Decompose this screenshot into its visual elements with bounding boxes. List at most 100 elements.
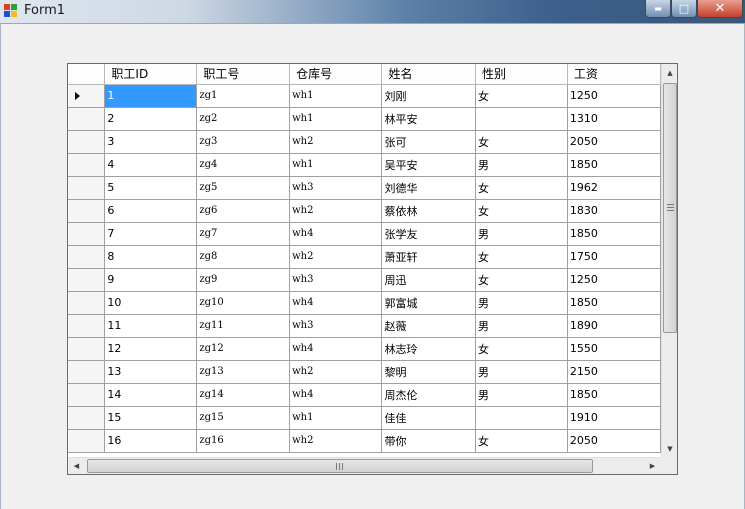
column-header-salary[interactable]: 工资 (567, 64, 661, 85)
table-row[interactable]: 1 zg1 wh1 刘刚女 1250 (68, 84, 661, 108)
cell-name[interactable]: 刘刚 (381, 84, 477, 108)
cell-staff-no[interactable]: zg15 (196, 406, 291, 430)
corner-header[interactable] (68, 64, 106, 85)
row-header[interactable] (68, 130, 106, 154)
cell-salary[interactable]: 1850 (567, 153, 661, 177)
cell-name[interactable]: 赵薇 (381, 314, 477, 338)
cell-staff-no[interactable]: zg5 (196, 176, 291, 200)
cell-warehouse-no[interactable]: wh3 (289, 268, 383, 292)
row-header[interactable] (68, 153, 106, 177)
row-header[interactable] (68, 245, 106, 269)
cell-name[interactable]: 吴平安 (381, 153, 477, 177)
cell-staff-id[interactable]: 13 (104, 360, 198, 384)
cell-name[interactable]: 黎明 (381, 360, 477, 384)
table-row[interactable]: 12 zg12 wh4 林志玲女 1550 (68, 337, 661, 361)
table-row[interactable]: 16 zg16 wh2 带你女 2050 (68, 429, 661, 453)
title-bar[interactable]: Form1 ▬ □ ✕ (0, 0, 745, 24)
cell-staff-no[interactable]: zg4 (196, 153, 291, 177)
cell-salary[interactable]: 1250 (567, 268, 661, 292)
cell-staff-no[interactable]: zg6 (196, 199, 291, 223)
row-header[interactable] (68, 84, 106, 108)
column-header-staff-id[interactable]: 职工ID (104, 64, 198, 85)
cell-warehouse-no[interactable]: wh2 (289, 130, 383, 154)
cell-name[interactable]: 张学友 (381, 222, 477, 246)
close-button[interactable]: ✕ (697, 0, 743, 18)
cell-staff-id[interactable]: 15 (104, 406, 198, 430)
cell-name[interactable]: 林志玲 (381, 337, 477, 361)
cell-name[interactable]: 张可 (381, 130, 477, 154)
cell-staff-no[interactable]: zg16 (196, 429, 291, 453)
cell-staff-id[interactable]: 14 (104, 383, 198, 407)
cell-staff-id[interactable]: 7 (104, 222, 198, 246)
cell-staff-id[interactable]: 9 (104, 268, 198, 292)
cell-staff-id[interactable]: 3 (104, 130, 198, 154)
cell-name[interactable]: 佳佳 (381, 406, 477, 430)
cell-warehouse-no[interactable]: wh3 (289, 314, 383, 338)
table-row[interactable]: 4 zg4 wh1 吴平安男 1850 (68, 153, 661, 177)
table-row[interactable]: 14 zg14 wh4 周杰伦男 1850 (68, 383, 661, 407)
table-row[interactable]: 6 zg6 wh2 蔡依林女 1830 (68, 199, 661, 223)
cell-gender[interactable]: 女 (475, 84, 568, 108)
column-header-staff-no[interactable]: 职工号 (196, 64, 291, 85)
cell-warehouse-no[interactable]: wh4 (289, 291, 383, 315)
cell-gender[interactable]: 女 (475, 429, 568, 453)
row-header[interactable] (68, 268, 106, 292)
vertical-scroll-thumb[interactable] (663, 83, 677, 333)
cell-salary[interactable]: 1850 (567, 291, 661, 315)
cell-staff-no[interactable]: zg9 (196, 268, 291, 292)
row-header[interactable] (68, 199, 106, 223)
cell-salary[interactable]: 1250 (567, 84, 661, 108)
cell-staff-no[interactable]: zg14 (196, 383, 291, 407)
cell-gender[interactable]: 男 (475, 153, 568, 177)
row-header[interactable] (68, 176, 106, 200)
cell-gender[interactable]: 男 (475, 314, 568, 338)
table-row[interactable]: 8 zg8 wh2 萧亚轩女 1750 (68, 245, 661, 269)
table-row[interactable]: 2 zg2 wh1 林平安 1310 (68, 107, 661, 131)
column-header-gender[interactable]: 性别 (475, 64, 568, 85)
cell-salary[interactable]: 1910 (567, 406, 661, 430)
cell-staff-id[interactable]: 16 (104, 429, 198, 453)
data-grid-view[interactable]: 职工ID 职工号 仓库号 姓名 性别 工资 1 zg1 wh1 刘刚女 1250 2 zg2… (67, 63, 678, 475)
cell-staff-id[interactable]: 4 (104, 153, 198, 177)
cell-staff-no[interactable]: zg10 (196, 291, 291, 315)
cell-warehouse-no[interactable]: wh3 (289, 176, 383, 200)
table-row[interactable]: 15 zg15 wh1 佳佳 1910 (68, 406, 661, 430)
cell-name[interactable]: 带你 (381, 429, 477, 453)
cell-staff-no[interactable]: zg1 (196, 84, 291, 108)
cell-warehouse-no[interactable]: wh2 (289, 429, 383, 453)
cell-staff-id[interactable]: 2 (104, 107, 198, 131)
column-header-name[interactable]: 姓名 (381, 64, 477, 85)
cell-warehouse-no[interactable]: wh4 (289, 337, 383, 361)
column-header-warehouse-no[interactable]: 仓库号 (289, 64, 383, 85)
horizontal-scroll-thumb[interactable] (87, 459, 593, 473)
cell-warehouse-no[interactable]: wh1 (289, 153, 383, 177)
vertical-scrollbar[interactable]: ▲ ▼ (661, 64, 677, 457)
cell-warehouse-no[interactable]: wh4 (289, 222, 383, 246)
cell-salary[interactable]: 1962 (567, 176, 661, 200)
cell-staff-id[interactable]: 5 (104, 176, 198, 200)
cell-staff-id[interactable]: 1 (104, 84, 198, 108)
row-header[interactable] (68, 337, 106, 361)
cell-name[interactable]: 刘德华 (381, 176, 477, 200)
cell-warehouse-no[interactable]: wh2 (289, 199, 383, 223)
cell-staff-id[interactable]: 8 (104, 245, 198, 269)
cell-staff-no[interactable]: zg3 (196, 130, 291, 154)
cell-staff-id[interactable]: 11 (104, 314, 198, 338)
cell-warehouse-no[interactable]: wh1 (289, 406, 383, 430)
table-row[interactable]: 13 zg13 wh2 黎明男 2150 (68, 360, 661, 384)
cell-name[interactable]: 林平安 (381, 107, 477, 131)
maximize-button[interactable]: □ (671, 0, 697, 18)
cell-gender[interactable]: 女 (475, 199, 568, 223)
cell-salary[interactable]: 1890 (567, 314, 661, 338)
cell-gender[interactable]: 男 (475, 360, 568, 384)
cell-staff-id[interactable]: 12 (104, 337, 198, 361)
cell-staff-no[interactable]: zg13 (196, 360, 291, 384)
cell-salary[interactable]: 2150 (567, 360, 661, 384)
scroll-down-button[interactable]: ▼ (662, 440, 677, 457)
cell-warehouse-no[interactable]: wh1 (289, 84, 383, 108)
cell-gender[interactable] (475, 107, 568, 131)
horizontal-scrollbar[interactable]: ◀ ▶ (68, 457, 661, 474)
row-header[interactable] (68, 360, 106, 384)
cell-gender[interactable]: 女 (475, 268, 568, 292)
table-row[interactable]: 11 zg11 wh3 赵薇男 1890 (68, 314, 661, 338)
